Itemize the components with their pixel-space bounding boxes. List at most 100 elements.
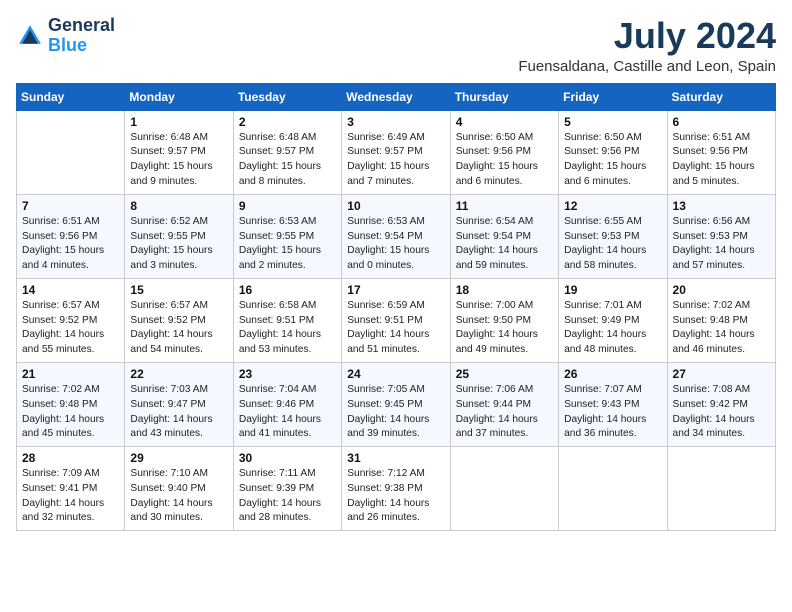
calendar-header-row: SundayMondayTuesdayWednesdayThursdayFrid… xyxy=(17,83,776,110)
calendar-cell: 22 Sunrise: 7:03 AMSunset: 9:47 PMDayligh… xyxy=(125,362,233,446)
calendar-cell: 29 Sunrise: 7:10 AMSunset: 9:40 PMDayligh… xyxy=(125,447,233,531)
day-info: Sunrise: 6:49 AMSunset: 9:57 PMDaylight:… xyxy=(347,131,444,190)
calendar-cell: 6 Sunrise: 6:51 AMSunset: 9:56 PMDaylight… xyxy=(667,110,775,194)
day-info: Sunrise: 6:53 AMSunset: 9:55 PMDaylight:… xyxy=(239,215,336,274)
calendar-cell xyxy=(17,110,125,194)
location-subtitle: Fuensaldana, Castille and Leon, Spain xyxy=(518,58,776,75)
day-info: Sunrise: 7:11 AMSunset: 9:39 PMDaylight:… xyxy=(239,467,336,526)
calendar-cell xyxy=(667,447,775,531)
calendar-cell: 16 Sunrise: 6:58 AMSunset: 9:51 PMDayligh… xyxy=(233,278,341,362)
day-number: 22 xyxy=(130,367,227,381)
day-info: Sunrise: 6:50 AMSunset: 9:56 PMDaylight:… xyxy=(456,131,553,190)
day-number: 19 xyxy=(564,283,661,297)
day-number: 20 xyxy=(673,283,770,297)
day-info: Sunrise: 7:00 AMSunset: 9:50 PMDaylight:… xyxy=(456,299,553,358)
day-info: Sunrise: 7:06 AMSunset: 9:44 PMDaylight:… xyxy=(456,383,553,442)
calendar-cell: 3 Sunrise: 6:49 AMSunset: 9:57 PMDaylight… xyxy=(342,110,450,194)
day-info: Sunrise: 7:03 AMSunset: 9:47 PMDaylight:… xyxy=(130,383,227,442)
day-info: Sunrise: 7:12 AMSunset: 9:38 PMDaylight:… xyxy=(347,467,444,526)
calendar-cell xyxy=(559,447,667,531)
calendar-cell: 24 Sunrise: 7:05 AMSunset: 9:45 PMDayligh… xyxy=(342,362,450,446)
calendar-cell: 9Sunrise: 6:53 AMSunset: 9:55 PMDaylight… xyxy=(233,194,341,278)
day-info: Sunrise: 6:57 AMSunset: 9:52 PMDaylight:… xyxy=(22,299,119,358)
day-info: Sunrise: 7:07 AMSunset: 9:43 PMDaylight:… xyxy=(564,383,661,442)
day-number: 6 xyxy=(673,115,770,129)
day-info: Sunrise: 7:04 AMSunset: 9:46 PMDaylight:… xyxy=(239,383,336,442)
day-number: 25 xyxy=(456,367,553,381)
day-number: 11 xyxy=(456,199,553,213)
page-header: General Blue July 2024 Fuensaldana, Cast… xyxy=(16,16,776,75)
calendar-cell: 8 Sunrise: 6:52 AMSunset: 9:55 PMDaylight… xyxy=(125,194,233,278)
calendar-cell: 26 Sunrise: 7:07 AMSunset: 9:43 PMDayligh… xyxy=(559,362,667,446)
day-info: Sunrise: 6:48 AMSunset: 9:57 PMDaylight:… xyxy=(130,131,227,190)
logo-general: General xyxy=(48,15,115,35)
day-info: Sunrise: 6:52 AMSunset: 9:55 PMDaylight:… xyxy=(130,215,227,274)
day-number: 14 xyxy=(22,283,119,297)
calendar-cell: 5Sunrise: 6:50 AMSunset: 9:56 PMDaylight… xyxy=(559,110,667,194)
day-info: Sunrise: 7:02 AMSunset: 9:48 PMDaylight:… xyxy=(673,299,770,358)
day-number: 8 xyxy=(130,199,227,213)
calendar-week-4: 21Sunrise: 7:02 AMSunset: 9:48 PMDayligh… xyxy=(17,362,776,446)
logo-text-general: General xyxy=(48,16,115,36)
calendar-cell: 15Sunrise: 6:57 AMSunset: 9:52 PMDayligh… xyxy=(125,278,233,362)
day-number: 13 xyxy=(673,199,770,213)
weekday-header-thursday: Thursday xyxy=(450,83,558,110)
day-number: 3 xyxy=(347,115,444,129)
day-info: Sunrise: 7:10 AMSunset: 9:40 PMDaylight:… xyxy=(130,467,227,526)
logo: General Blue xyxy=(16,16,115,56)
calendar-cell: 18 Sunrise: 7:00 AMSunset: 9:50 PMDayligh… xyxy=(450,278,558,362)
day-number: 12 xyxy=(564,199,661,213)
day-info: Sunrise: 6:48 AMSunset: 9:57 PMDaylight:… xyxy=(239,131,336,190)
day-info: Sunrise: 6:58 AMSunset: 9:51 PMDaylight:… xyxy=(239,299,336,358)
weekday-header-wednesday: Wednesday xyxy=(342,83,450,110)
day-info: Sunrise: 7:08 AMSunset: 9:42 PMDaylight:… xyxy=(673,383,770,442)
calendar-cell: 28Sunrise: 7:09 AMSunset: 9:41 PMDayligh… xyxy=(17,447,125,531)
logo-icon xyxy=(16,22,44,50)
day-number: 31 xyxy=(347,451,444,465)
weekday-header-friday: Friday xyxy=(559,83,667,110)
calendar-table: SundayMondayTuesdayWednesdayThursdayFrid… xyxy=(16,83,776,532)
day-info: Sunrise: 6:59 AMSunset: 9:51 PMDaylight:… xyxy=(347,299,444,358)
day-number: 15 xyxy=(130,283,227,297)
day-number: 7 xyxy=(22,199,119,213)
calendar-cell: 7 Sunrise: 6:51 AMSunset: 9:56 PMDaylight… xyxy=(17,194,125,278)
calendar-week-1: 1 Sunrise: 6:48 AMSunset: 9:57 PMDaylight… xyxy=(17,110,776,194)
title-block: July 2024 Fuensaldana, Castille and Leon… xyxy=(518,16,776,75)
calendar-cell: 20 Sunrise: 7:02 AMSunset: 9:48 PMDayligh… xyxy=(667,278,775,362)
calendar-cell: 23Sunrise: 7:04 AMSunset: 9:46 PMDayligh… xyxy=(233,362,341,446)
calendar-cell: 1 Sunrise: 6:48 AMSunset: 9:57 PMDaylight… xyxy=(125,110,233,194)
calendar-week-5: 28Sunrise: 7:09 AMSunset: 9:41 PMDayligh… xyxy=(17,447,776,531)
day-number: 5 xyxy=(564,115,661,129)
month-year-title: July 2024 xyxy=(518,16,776,56)
day-number: 24 xyxy=(347,367,444,381)
day-number: 17 xyxy=(347,283,444,297)
weekday-header-saturday: Saturday xyxy=(667,83,775,110)
calendar-cell: 13 Sunrise: 6:56 AMSunset: 9:53 PMDayligh… xyxy=(667,194,775,278)
calendar-week-2: 7 Sunrise: 6:51 AMSunset: 9:56 PMDaylight… xyxy=(17,194,776,278)
weekday-header-tuesday: Tuesday xyxy=(233,83,341,110)
day-number: 28 xyxy=(22,451,119,465)
day-info: Sunrise: 7:01 AMSunset: 9:49 PMDaylight:… xyxy=(564,299,661,358)
day-number: 29 xyxy=(130,451,227,465)
calendar-cell: 12Sunrise: 6:55 AMSunset: 9:53 PMDayligh… xyxy=(559,194,667,278)
calendar-cell: 4 Sunrise: 6:50 AMSunset: 9:56 PMDaylight… xyxy=(450,110,558,194)
calendar-cell: 10Sunrise: 6:53 AMSunset: 9:54 PMDayligh… xyxy=(342,194,450,278)
day-info: Sunrise: 6:53 AMSunset: 9:54 PMDaylight:… xyxy=(347,215,444,274)
calendar-cell: 30Sunrise: 7:11 AMSunset: 9:39 PMDayligh… xyxy=(233,447,341,531)
day-number: 26 xyxy=(564,367,661,381)
day-info: Sunrise: 6:51 AMSunset: 9:56 PMDaylight:… xyxy=(673,131,770,190)
calendar-cell: 31 Sunrise: 7:12 AMSunset: 9:38 PMDayligh… xyxy=(342,447,450,531)
day-number: 2 xyxy=(239,115,336,129)
day-number: 4 xyxy=(456,115,553,129)
day-number: 16 xyxy=(239,283,336,297)
weekday-header-monday: Monday xyxy=(125,83,233,110)
day-number: 1 xyxy=(130,115,227,129)
calendar-week-3: 14 Sunrise: 6:57 AMSunset: 9:52 PMDayligh… xyxy=(17,278,776,362)
calendar-cell xyxy=(450,447,558,531)
calendar-cell: 19 Sunrise: 7:01 AMSunset: 9:49 PMDayligh… xyxy=(559,278,667,362)
day-number: 18 xyxy=(456,283,553,297)
day-info: Sunrise: 7:05 AMSunset: 9:45 PMDaylight:… xyxy=(347,383,444,442)
day-info: Sunrise: 6:56 AMSunset: 9:53 PMDaylight:… xyxy=(673,215,770,274)
calendar-cell: 21Sunrise: 7:02 AMSunset: 9:48 PMDayligh… xyxy=(17,362,125,446)
day-info: Sunrise: 6:51 AMSunset: 9:56 PMDaylight:… xyxy=(22,215,119,274)
